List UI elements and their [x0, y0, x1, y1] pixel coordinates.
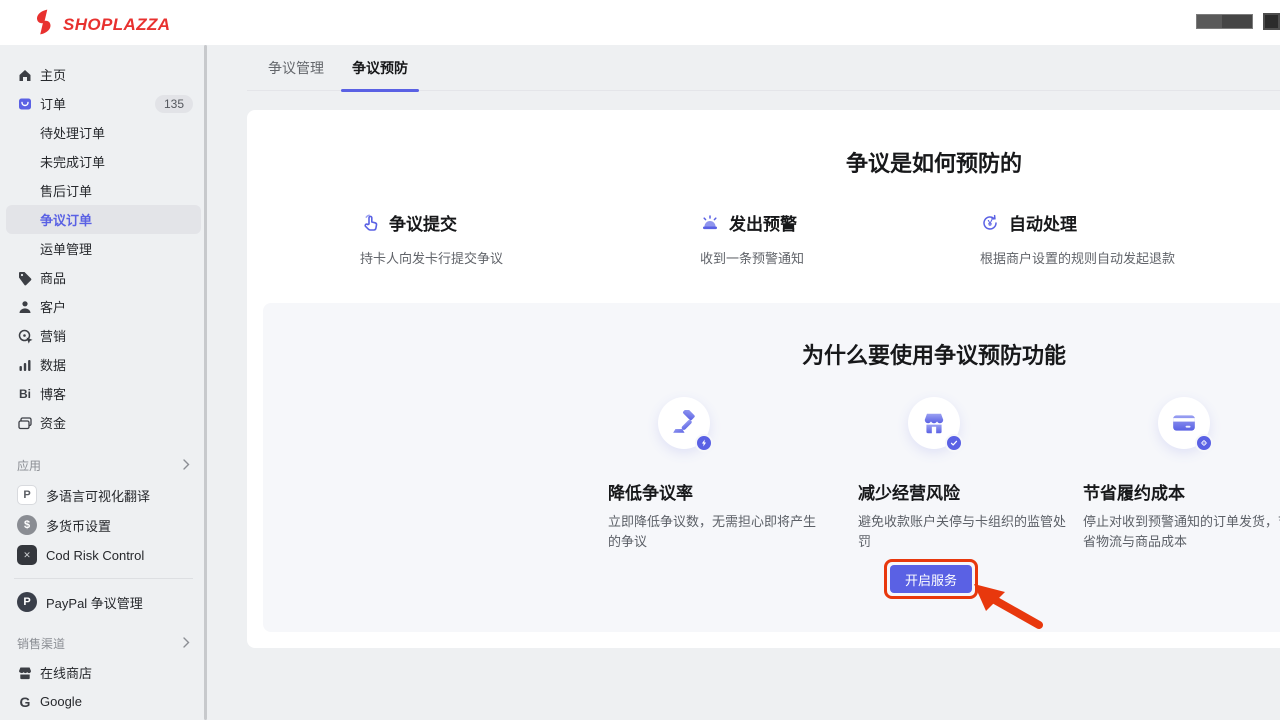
sidebar-item-aftersale-orders[interactable]: 售后订单	[6, 176, 201, 205]
sidebar-item-home[interactable]: 主页	[0, 60, 207, 89]
translate-app-icon: P	[17, 485, 37, 505]
sidebar-item-unfinished-orders[interactable]: 未完成订单	[6, 147, 201, 176]
enable-service-button[interactable]: 开启服务	[890, 565, 972, 593]
alert-siren-icon	[700, 213, 720, 233]
finance-card-icon	[17, 415, 33, 431]
sidebar-scrollbar[interactable]	[204, 45, 207, 720]
store-shield-icon	[908, 397, 960, 449]
dispute-tab-bar: 争议管理 争议预防	[247, 45, 1280, 91]
redacted-account-info	[1196, 14, 1253, 29]
paypal-icon: P	[17, 592, 37, 612]
step-alert-sent: 发出预警 收到一条预警通知	[700, 210, 1000, 267]
sidebar-item-products[interactable]: 商品	[0, 263, 207, 292]
sidebar-nav: 主页 订单 135 待处理订单 未完成订单 售后订单 争议订单 运单管理 商品 …	[0, 45, 207, 720]
lightning-badge-icon	[695, 434, 713, 452]
why-use-section: 为什么要使用争议预防功能	[263, 303, 1280, 632]
benefit-lower-dispute-rate: 降低争议率 立即降低争议数，无需担心即将产生的争议	[608, 479, 826, 552]
sidebar-item-pending-orders[interactable]: 待处理订单	[6, 118, 201, 147]
tab-dispute-manage[interactable]: 争议管理	[268, 45, 324, 90]
svg-text:¥: ¥	[988, 218, 993, 228]
home-icon	[17, 67, 33, 83]
why-use-title: 为什么要使用争议预防功能	[263, 338, 1280, 370]
cod-risk-app-icon: ✕	[17, 545, 37, 565]
dispute-submit-icon	[360, 213, 380, 233]
chevron-right-icon	[183, 637, 190, 651]
benefit-reduce-risk: 减少经营风险 避免收款账户关停与卡组织的监管处罚	[858, 479, 1076, 552]
logo-wordmark: SHOPLAZZA	[63, 15, 170, 35]
sidebar-item-orders[interactable]: 订单 135	[0, 89, 207, 118]
customer-icon	[17, 299, 33, 315]
shoplazza-logo[interactable]: SHOPLAZZA	[34, 9, 170, 40]
annotation-arrow-icon	[971, 581, 1051, 636]
tab-dispute-prevent[interactable]: 争议预防	[352, 45, 408, 90]
step-auto-process: ¥ 自动处理 根据商户设置的规则自动发起退款	[980, 210, 1280, 267]
step-dispute-submit: 争议提交 持卡人向发卡行提交争议	[360, 210, 660, 267]
shoplazza-logo-icon	[34, 9, 56, 40]
sidebar-item-waybill[interactable]: 运单管理	[6, 234, 201, 263]
sidebar-section-apps[interactable]: 应用	[0, 451, 207, 480]
sidebar-item-marketing[interactable]: 营销	[0, 321, 207, 350]
benefit-save-cost: 节省履约成本 停止对收到预警通知的订单发货，节省物流与商品成本	[1083, 479, 1280, 552]
currency-app-icon: $	[17, 515, 37, 535]
annotation-red-frame: 开启服务	[884, 559, 978, 599]
sidebar-app-paypal-dispute[interactable]: P PayPal 争议管理	[0, 587, 207, 617]
credit-card-icon	[1158, 397, 1210, 449]
sidebar-app-translate[interactable]: P 多语言可视化翻译	[0, 480, 207, 510]
sidebar-item-analytics[interactable]: 数据	[0, 350, 207, 379]
sidebar-app-currency[interactable]: $ 多货币设置	[0, 510, 207, 540]
top-header: SHOPLAZZA	[0, 0, 1280, 45]
orders-icon	[17, 96, 33, 112]
sidebar-item-finance[interactable]: 资金	[0, 408, 207, 437]
how-it-works-title: 争议是如何预防的	[247, 146, 1280, 178]
storefront-icon	[17, 665, 33, 681]
sidebar-item-customers[interactable]: 客户	[0, 292, 207, 321]
sidebar-item-online-store[interactable]: 在线商店	[0, 658, 207, 687]
redacted-avatar	[1263, 13, 1280, 30]
sidebar-app-cod-risk[interactable]: ✕ Cod Risk Control	[0, 540, 207, 570]
gavel-icon	[658, 397, 710, 449]
bar-chart-icon	[17, 357, 33, 373]
sidebar-item-dispute-orders[interactable]: 争议订单	[6, 205, 201, 234]
check-badge-icon	[945, 434, 963, 452]
orders-count-badge: 135	[155, 95, 193, 113]
sidebar-item-google[interactable]: G Google	[0, 687, 207, 716]
marketing-target-icon	[17, 328, 33, 344]
google-icon: G	[17, 694, 33, 710]
dispute-prevention-card: 争议是如何预防的 争议提交 持卡人向发卡行提交争议 发出预警 收到一条预警通知 …	[247, 110, 1280, 648]
auto-refund-icon: ¥	[980, 213, 1000, 233]
chevron-right-icon	[183, 459, 190, 473]
gear-badge-icon	[1195, 434, 1213, 452]
sidebar-section-sales-channels[interactable]: 销售渠道	[0, 629, 207, 658]
sidebar-item-blog[interactable]: Bi 博客	[0, 379, 207, 408]
sidebar-divider	[14, 578, 193, 579]
product-tag-icon	[17, 270, 33, 286]
blog-icon: Bi	[17, 386, 33, 402]
